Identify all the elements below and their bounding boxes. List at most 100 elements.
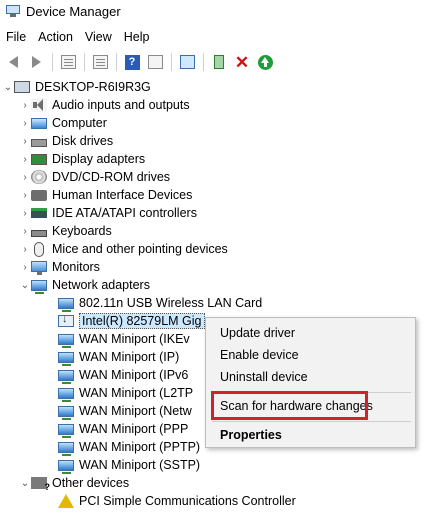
- tree-item-computer[interactable]: › Computer: [19, 114, 107, 132]
- tree-item-disk-drives[interactable]: › Disk drives: [19, 132, 113, 150]
- uninstall-button[interactable]: ✕: [231, 52, 253, 72]
- tree-item-dvd[interactable]: › DVD/CD-ROM drives: [19, 168, 170, 186]
- highlight-box: [211, 391, 368, 420]
- network-adapter-item[interactable]: WAN Miniport (IPv6: [58, 366, 188, 384]
- chevron-right-icon[interactable]: ›: [19, 150, 31, 168]
- warning-icon: [58, 494, 74, 508]
- chevron-right-icon[interactable]: ›: [19, 186, 31, 204]
- show-hide-tree-button[interactable]: [57, 52, 79, 72]
- other-device-item[interactable]: PCI Simple Communications Controller: [58, 492, 296, 510]
- network-adapter-label: WAN Miniport (IPv6: [79, 368, 189, 382]
- dvd-icon: [31, 170, 47, 184]
- tree-item-network-adapters[interactable]: ⌄ Network adapters: [19, 276, 150, 294]
- display-adapter-icon: [31, 153, 47, 165]
- menu-item-uninstall-device[interactable]: Uninstall device: [220, 370, 308, 384]
- red-x-icon: ✕: [234, 52, 250, 72]
- back-button[interactable]: [2, 52, 24, 72]
- enable-button[interactable]: [254, 52, 276, 72]
- properties-icon: [92, 55, 108, 69]
- tree-item-monitors[interactable]: › Monitors: [19, 258, 100, 276]
- tree-item-label: Keyboards: [52, 224, 112, 238]
- monitor-icon: [31, 260, 47, 275]
- title-bar: Device Manager: [0, 0, 424, 22]
- chevron-right-icon[interactable]: ›: [19, 204, 31, 222]
- menu-item-update-driver[interactable]: Update driver: [220, 326, 295, 340]
- tree-item-hid[interactable]: › Human Interface Devices: [19, 186, 192, 204]
- properties-button[interactable]: [89, 52, 111, 72]
- toolbar-divider: [203, 53, 204, 71]
- network-adapter-item-selected[interactable]: Intel(R) 82579LM Gig: [58, 312, 205, 330]
- back-arrow-icon: [8, 56, 18, 68]
- tree-item-ide[interactable]: › IDE ATA/ATAPI controllers: [19, 204, 197, 222]
- menu-view[interactable]: View: [79, 30, 118, 44]
- green-up-arrow-icon: [257, 54, 273, 70]
- network-adapter-item[interactable]: WAN Miniport (SSTP): [58, 456, 200, 474]
- network-adapter-item[interactable]: WAN Miniport (IKEv: [58, 330, 190, 348]
- network-adapter-item[interactable]: WAN Miniport (Netw: [58, 402, 192, 420]
- network-adapter-label: WAN Miniport (SSTP): [79, 458, 201, 472]
- chevron-right-icon[interactable]: ›: [19, 240, 31, 258]
- network-adapter-item[interactable]: WAN Miniport (PPTP): [58, 438, 200, 456]
- tree-item-label: DVD/CD-ROM drives: [52, 170, 171, 184]
- tree-item-mice[interactable]: › Mice and other pointing devices: [19, 240, 228, 258]
- network-adapter-label: WAN Miniport (IP): [79, 350, 180, 364]
- toolbar-divider: [84, 53, 85, 71]
- update-driver-button[interactable]: [208, 52, 230, 72]
- tree-item-label: Audio inputs and outputs: [52, 98, 190, 112]
- network-adapter-item[interactable]: WAN Miniport (L2TP: [58, 384, 193, 402]
- network-adapter-label: WAN Miniport (PPP: [79, 422, 189, 436]
- tree-item-display-adapters[interactable]: › Display adapters: [19, 150, 145, 168]
- forward-arrow-icon: [31, 56, 41, 68]
- chevron-right-icon[interactable]: ›: [19, 114, 31, 132]
- ide-controller-icon: [31, 208, 47, 218]
- network-adapter-item[interactable]: 802.11n USB Wireless LAN Card: [58, 294, 262, 312]
- menu-item-properties[interactable]: Properties: [220, 428, 282, 442]
- speaker-icon: [31, 98, 47, 112]
- network-adapter-label: WAN Miniport (IKEv: [79, 332, 190, 346]
- scan-hardware-button[interactable]: [176, 52, 198, 72]
- device-manager-icon: [6, 5, 20, 17]
- chevron-right-icon[interactable]: ›: [19, 258, 31, 276]
- menu-bar: File Action View Help: [0, 27, 424, 47]
- toolbar-divider: [171, 53, 172, 71]
- forward-button[interactable]: [25, 52, 47, 72]
- console-tree-icon: [60, 55, 76, 69]
- tree-item-audio[interactable]: › Audio inputs and outputs: [19, 96, 190, 114]
- computer-icon: [31, 117, 47, 129]
- network-adapter-label: 802.11n USB Wireless LAN Card: [79, 296, 263, 310]
- menu-action[interactable]: Action: [32, 30, 79, 44]
- network-adapter-icon: [58, 441, 74, 456]
- network-adapter-icon: [58, 423, 74, 438]
- monitor-scan-icon: [179, 55, 195, 69]
- computer-icon: [14, 81, 30, 93]
- tree-item-keyboards[interactable]: › Keyboards: [19, 222, 112, 240]
- chevron-right-icon[interactable]: ›: [19, 222, 31, 240]
- chevron-down-icon[interactable]: ⌄: [19, 474, 31, 492]
- menu-help[interactable]: Help: [118, 30, 156, 44]
- tree-root-label: DESKTOP-R6I9R3G: [35, 80, 151, 94]
- menu-item-enable-device[interactable]: Enable device: [220, 348, 299, 362]
- menu-file[interactable]: File: [0, 30, 32, 44]
- view-button[interactable]: [144, 52, 166, 72]
- chevron-right-icon[interactable]: ›: [19, 132, 31, 150]
- network-adapter-icon: [58, 387, 74, 402]
- window-title: Device Manager: [26, 3, 121, 19]
- tree-item-label: Display adapters: [52, 152, 146, 166]
- help-button[interactable]: ?: [121, 52, 143, 72]
- tree-root[interactable]: ⌄ DESKTOP-R6I9R3G: [2, 78, 151, 96]
- tree-item-other-devices[interactable]: ⌄ Other devices: [19, 474, 129, 492]
- keyboard-icon: [31, 229, 47, 237]
- network-adapter-icon: [58, 459, 74, 474]
- other-device-label: PCI Simple Communications Controller: [79, 494, 296, 508]
- chevron-right-icon[interactable]: ›: [19, 168, 31, 186]
- chevron-right-icon[interactable]: ›: [19, 96, 31, 114]
- network-adapter-item[interactable]: WAN Miniport (IP): [58, 348, 179, 366]
- network-adapter-label: Intel(R) 82579LM Gig: [79, 313, 205, 329]
- network-adapter-icon: [58, 333, 74, 348]
- network-adapter-label: WAN Miniport (Netw: [79, 404, 192, 418]
- disabled-network-adapter-icon: [58, 313, 74, 327]
- tree-item-label: Human Interface Devices: [52, 188, 193, 202]
- chevron-down-icon[interactable]: ⌄: [2, 78, 14, 96]
- chevron-down-icon[interactable]: ⌄: [19, 276, 31, 294]
- network-adapter-item[interactable]: WAN Miniport (PPP: [58, 420, 188, 438]
